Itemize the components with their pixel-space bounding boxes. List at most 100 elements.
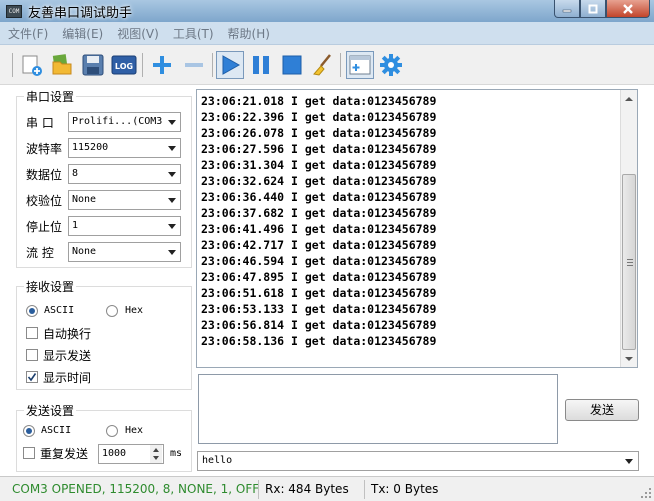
receive-line: 23:06:42.717 I get data:0123456789 xyxy=(201,238,437,252)
receive-line: 23:06:32.624 I get data:0123456789 xyxy=(201,174,437,188)
stop-button[interactable] xyxy=(278,51,306,79)
interval-value: 1000 xyxy=(102,448,127,459)
receive-line: 23:06:41.496 I get data:0123456789 xyxy=(201,222,437,236)
grip-line xyxy=(627,262,633,263)
arrow-up-icon xyxy=(625,96,633,101)
maximize-button[interactable] xyxy=(580,0,606,18)
send-hex-radio[interactable] xyxy=(106,425,118,437)
log-button[interactable]: LOG xyxy=(110,51,138,79)
grip-line xyxy=(627,265,633,266)
port-select[interactable]: Prolifi...(COM3 xyxy=(68,112,181,132)
show-time-label: 显示时间 xyxy=(43,371,92,385)
toolbar-separator xyxy=(12,53,13,77)
settings-panel: 串口设置 串 口 Prolifi...(COM3 波特率 115200 数据位 … xyxy=(10,86,192,474)
chevron-down-icon xyxy=(168,120,176,125)
parity-select[interactable]: None xyxy=(68,190,181,210)
port-value: Prolifi...(COM3 xyxy=(72,116,163,127)
repeat-send-label: 重复发送 xyxy=(40,447,89,461)
checkmark-icon xyxy=(27,373,37,382)
stopbits-select[interactable]: 1 xyxy=(68,216,181,236)
receive-line: 23:06:36.440 I get data:0123456789 xyxy=(201,190,437,204)
databits-select[interactable]: 8 xyxy=(68,164,181,184)
stop-icon xyxy=(282,55,302,75)
grip-line xyxy=(627,259,633,260)
run-button[interactable] xyxy=(216,51,244,79)
databits-label: 数据位 xyxy=(26,168,63,182)
send-history-combo[interactable]: hello xyxy=(197,451,639,471)
close-button[interactable] xyxy=(606,0,650,18)
receive-log: 23:06:21.018 I get data:0123456789 23:06:… xyxy=(201,93,436,349)
receive-line: 23:06:27.596 I get data:0123456789 xyxy=(201,142,437,156)
resize-grip-icon[interactable] xyxy=(640,487,652,499)
pause-button[interactable] xyxy=(247,51,275,79)
menu-help[interactable]: 帮助(H) xyxy=(228,25,270,42)
window-controls xyxy=(554,0,650,18)
new-button[interactable] xyxy=(18,51,46,79)
parity-value: None xyxy=(72,194,97,205)
send-settings-title: 发送设置 xyxy=(24,402,77,419)
receive-scrollbar[interactable] xyxy=(620,90,637,367)
new-window-button[interactable] xyxy=(346,51,374,79)
baud-select[interactable]: 115200 xyxy=(68,138,181,158)
receive-line: 23:06:46.594 I get data:0123456789 xyxy=(201,254,437,268)
receive-ascii-radio[interactable] xyxy=(26,305,38,317)
open-button[interactable] xyxy=(48,51,76,79)
receive-line: 23:06:53.133 I get data:0123456789 xyxy=(201,302,437,316)
minimize-button[interactable] xyxy=(554,0,580,18)
toolbar-separator xyxy=(212,53,213,77)
open-folder-icon xyxy=(52,54,72,75)
flow-select[interactable]: None xyxy=(68,242,181,262)
receive-line: 23:06:22.396 I get data:0123456789 xyxy=(201,110,437,124)
plus-icon xyxy=(153,56,171,74)
menu-edit[interactable]: 编辑(E) xyxy=(62,25,103,42)
gear-icon xyxy=(380,54,402,76)
receive-hex-radio[interactable] xyxy=(106,305,118,317)
menu-file[interactable]: 文件(F) xyxy=(8,25,48,42)
scroll-thumb[interactable] xyxy=(622,174,636,350)
rx-count: Rx: 484 Bytes xyxy=(265,482,349,496)
spin-arrows-icon xyxy=(150,445,162,463)
add-button[interactable] xyxy=(148,51,176,79)
app-icon: COM xyxy=(6,4,22,18)
send-hex-label: Hex xyxy=(125,425,144,436)
toolbar-separator xyxy=(340,53,341,77)
auto-wrap-checkbox[interactable] xyxy=(26,327,38,339)
tx-count: Tx: 0 Bytes xyxy=(371,482,439,496)
receive-textarea[interactable]: 23:06:21.018 I get data:0123456789 23:06:… xyxy=(196,89,638,368)
show-time-checkbox[interactable] xyxy=(26,371,38,383)
receive-line: 23:06:56.814 I get data:0123456789 xyxy=(201,318,437,332)
clear-button[interactable] xyxy=(308,51,336,79)
save-button[interactable] xyxy=(79,51,107,79)
show-send-label: 显示发送 xyxy=(43,349,92,363)
status-bar: COM3 OPENED, 115200, 8, NONE, 1, OFF Rx:… xyxy=(0,476,654,501)
broom-icon xyxy=(313,54,331,76)
window-add-icon xyxy=(349,55,371,75)
send-textarea[interactable] xyxy=(198,374,558,444)
baud-value: 115200 xyxy=(72,142,109,153)
chevron-down-icon xyxy=(168,224,176,229)
repeat-send-checkbox[interactable] xyxy=(23,447,35,459)
settings-button[interactable] xyxy=(377,51,405,79)
receive-line: 23:06:58.136 I get data:0123456789 xyxy=(201,334,437,348)
send-ascii-radio[interactable] xyxy=(23,425,35,437)
pause-icon xyxy=(253,56,269,74)
chevron-down-icon xyxy=(168,198,176,203)
chevron-down-icon xyxy=(168,250,176,255)
scroll-down-button[interactable] xyxy=(621,350,637,367)
chevron-down-icon xyxy=(168,146,176,151)
receive-ascii-label: ASCII xyxy=(44,305,75,316)
chevron-down-icon xyxy=(168,172,176,177)
menu-view[interactable]: 视图(V) xyxy=(117,25,159,42)
status-separator xyxy=(258,480,259,499)
remove-button[interactable] xyxy=(180,51,208,79)
send-button[interactable]: 发送 xyxy=(565,399,639,421)
scroll-up-button[interactable] xyxy=(621,90,637,107)
receive-line: 23:06:37.682 I get data:0123456789 xyxy=(201,206,437,220)
menu-tools[interactable]: 工具(T) xyxy=(173,25,214,42)
interval-spinbox[interactable]: 1000 xyxy=(98,444,164,464)
arrow-down-icon xyxy=(625,356,633,361)
receive-line: 23:06:31.304 I get data:0123456789 xyxy=(201,158,437,172)
stopbits-value: 1 xyxy=(72,220,79,231)
show-send-checkbox[interactable] xyxy=(26,349,38,361)
log-icon: LOG xyxy=(111,55,137,75)
